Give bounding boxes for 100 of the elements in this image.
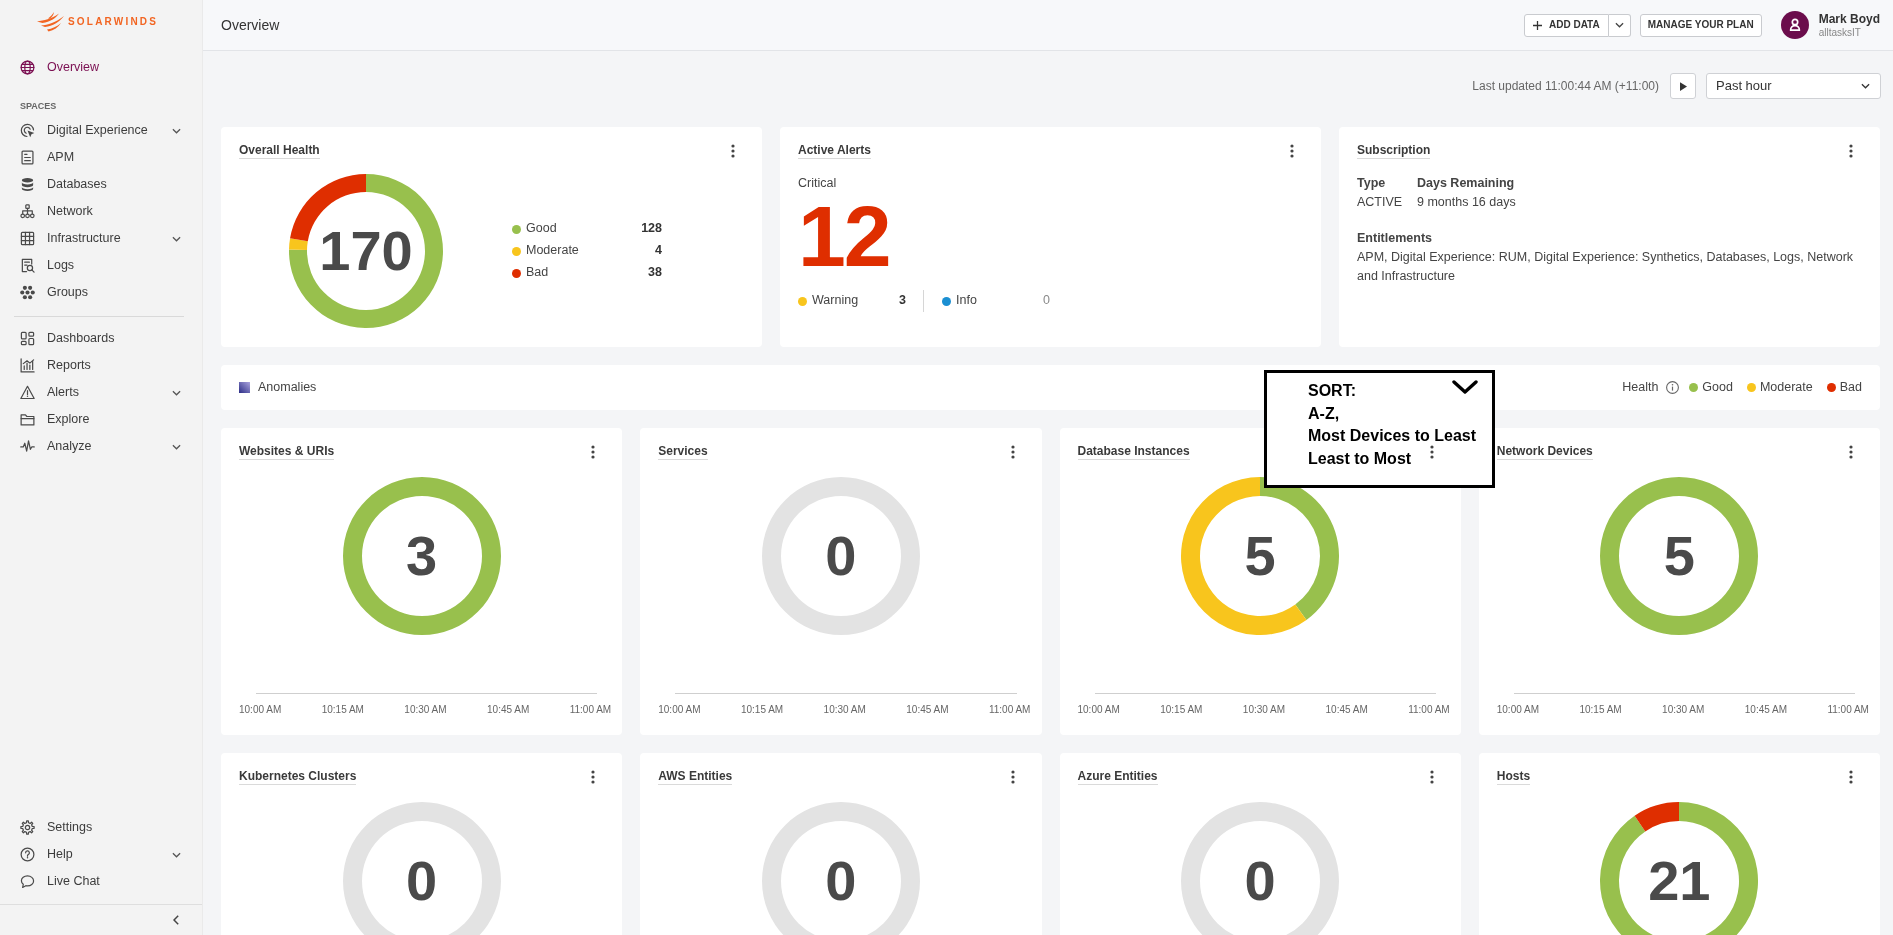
globe-icon bbox=[20, 60, 35, 75]
field-label: Days Remaining bbox=[1417, 175, 1516, 192]
legend-count: 128 bbox=[641, 221, 662, 237]
sidebar-item[interactable]: Infrastructure bbox=[0, 225, 202, 252]
axis-label: 10:15 AM bbox=[740, 704, 784, 716]
legend-label: Moderate bbox=[526, 243, 579, 259]
alert-label: Warning bbox=[812, 293, 859, 309]
info-icon[interactable] bbox=[1666, 381, 1680, 394]
axis-label: 10:15 AM bbox=[1579, 704, 1622, 716]
manage-plan-button[interactable]: MANAGE YOUR PLAN bbox=[1639, 13, 1762, 37]
folder-icon bbox=[20, 412, 35, 427]
tile-count: 0 bbox=[825, 528, 857, 584]
last-updated-text: Last updated 11:00:44 AM (+11:00) bbox=[1472, 78, 1659, 95]
settings-icon bbox=[20, 820, 35, 835]
time-range-select[interactable]: Past hour bbox=[1706, 73, 1881, 99]
section-heading: SPACES bbox=[19, 100, 57, 113]
callout-line-text: A-Z, bbox=[1308, 403, 1340, 424]
play-button[interactable] bbox=[1670, 73, 1696, 99]
sidebar-item[interactable]: Explore bbox=[0, 406, 202, 433]
user-org: alltasksIT bbox=[1818, 26, 1862, 39]
axis-label: 10:30 AM bbox=[1242, 704, 1286, 716]
more-options-icon[interactable] bbox=[1290, 143, 1294, 158]
database-icon bbox=[20, 177, 35, 192]
plus-icon bbox=[1532, 20, 1542, 30]
axis-label: 10:00 AM bbox=[1077, 704, 1120, 716]
axis-label: 10:15 AM bbox=[321, 704, 364, 716]
axis-label: 10:00 AM bbox=[239, 704, 282, 716]
more-options-icon[interactable] bbox=[1010, 444, 1015, 459]
tile-count: 0 bbox=[825, 853, 857, 909]
field-value: ACTIVE bbox=[1357, 194, 1404, 211]
field-label: Type bbox=[1357, 175, 1387, 192]
callout-heading: SORT: bbox=[1308, 381, 1356, 401]
add-data-button[interactable]: ADD DATA bbox=[1523, 13, 1609, 37]
sidebar-item[interactable]: Dashboards bbox=[0, 325, 202, 352]
callout-line-text: Most Devices to Least bbox=[1308, 426, 1477, 447]
more-options-icon[interactable] bbox=[731, 143, 735, 158]
sidebar-item[interactable]: Live Chat bbox=[0, 868, 202, 895]
more-options-icon[interactable] bbox=[1010, 769, 1015, 784]
sidebar-item[interactable]: Logs bbox=[0, 252, 202, 279]
chevron-down-icon bbox=[1614, 22, 1624, 28]
axis-label: 10:30 AM bbox=[404, 704, 447, 716]
card-title: Overall Health bbox=[239, 142, 320, 159]
more-options-icon[interactable] bbox=[1429, 769, 1434, 784]
card-title: Services bbox=[658, 443, 708, 460]
more-options-icon[interactable] bbox=[1849, 143, 1853, 158]
sidebar-item[interactable]: Overview bbox=[0, 54, 202, 81]
sidebar-item[interactable]: Alerts bbox=[0, 379, 202, 406]
axis-label: 11:00 AM bbox=[1827, 704, 1869, 716]
axis-label: 11:00 AM bbox=[1408, 704, 1450, 716]
more-options-icon[interactable] bbox=[1849, 769, 1853, 784]
tile-count: 5 bbox=[1663, 528, 1695, 584]
sidebar-item[interactable]: Reports bbox=[0, 352, 202, 379]
dashboard-icon bbox=[20, 331, 35, 346]
card-title: Kubernetes Clusters bbox=[239, 768, 357, 785]
sidebar-item[interactable]: Settings bbox=[0, 814, 202, 841]
more-options-icon[interactable] bbox=[591, 444, 596, 459]
page-title: Overview bbox=[221, 16, 280, 34]
tile-count: 21 bbox=[1648, 853, 1711, 909]
sidebar-item[interactable]: Analyze bbox=[0, 433, 202, 460]
more-options-icon[interactable] bbox=[1849, 444, 1853, 459]
tile-count: 0 bbox=[1244, 853, 1276, 909]
chevron-left-icon[interactable] bbox=[173, 915, 179, 925]
axis-label: 10:45 AM bbox=[906, 704, 949, 716]
card-title: Network Devices bbox=[1496, 443, 1593, 460]
play-icon bbox=[1679, 81, 1687, 91]
axis-label: 10:45 AM bbox=[1325, 704, 1368, 716]
chevron-down-icon bbox=[172, 127, 181, 134]
sidebar-item[interactable]: Groups bbox=[0, 279, 202, 306]
grid-icon bbox=[20, 231, 35, 246]
chevron-down-icon bbox=[1861, 83, 1870, 89]
sidebar-item[interactable]: Digital Experience bbox=[0, 117, 202, 144]
legend-label: Good bbox=[526, 221, 557, 237]
tile-count: 3 bbox=[406, 528, 438, 584]
sidebar-item[interactable]: Databases bbox=[0, 171, 202, 198]
card-title: Subscription bbox=[1357, 142, 1431, 159]
entitlements-text: APM, Digital Experience: RUM, Digital Experience: Synthetics, Databases, Logs, Network and Infrastructure bbox=[1357, 249, 1855, 285]
legend-heading: Health bbox=[1622, 379, 1659, 396]
logo-text: SOLARWINDS bbox=[68, 15, 159, 28]
pulse-icon bbox=[20, 439, 35, 454]
document-icon bbox=[20, 150, 35, 165]
axis-label: 10:00 AM bbox=[1496, 704, 1539, 716]
dropdown-toggle-button[interactable] bbox=[1608, 13, 1631, 37]
sidebar-item[interactable]: APM bbox=[0, 144, 202, 171]
sidebar-item[interactable]: Network bbox=[0, 198, 202, 225]
field-value: 9 months 16 days bbox=[1417, 194, 1516, 211]
card-title: AWS Entities bbox=[658, 768, 733, 785]
callout-line-text: Least to Most bbox=[1308, 449, 1412, 470]
dots-cluster-icon bbox=[20, 285, 35, 300]
legend-label: Moderate bbox=[1759, 379, 1813, 396]
user-name: Mark Boyd bbox=[1818, 11, 1880, 26]
sidebar-item[interactable]: Help bbox=[0, 841, 202, 868]
more-options-icon[interactable] bbox=[591, 769, 596, 784]
avatar-icon[interactable] bbox=[1780, 11, 1809, 39]
alert-label: Info bbox=[956, 293, 977, 309]
warning-icon bbox=[20, 385, 35, 400]
tile-count: 5 bbox=[1244, 528, 1276, 584]
axis-label: 10:30 AM bbox=[823, 704, 866, 716]
card-title: Websites & URIs bbox=[239, 443, 335, 460]
chevron-down-icon bbox=[172, 235, 181, 242]
cursor-icon bbox=[20, 123, 35, 138]
